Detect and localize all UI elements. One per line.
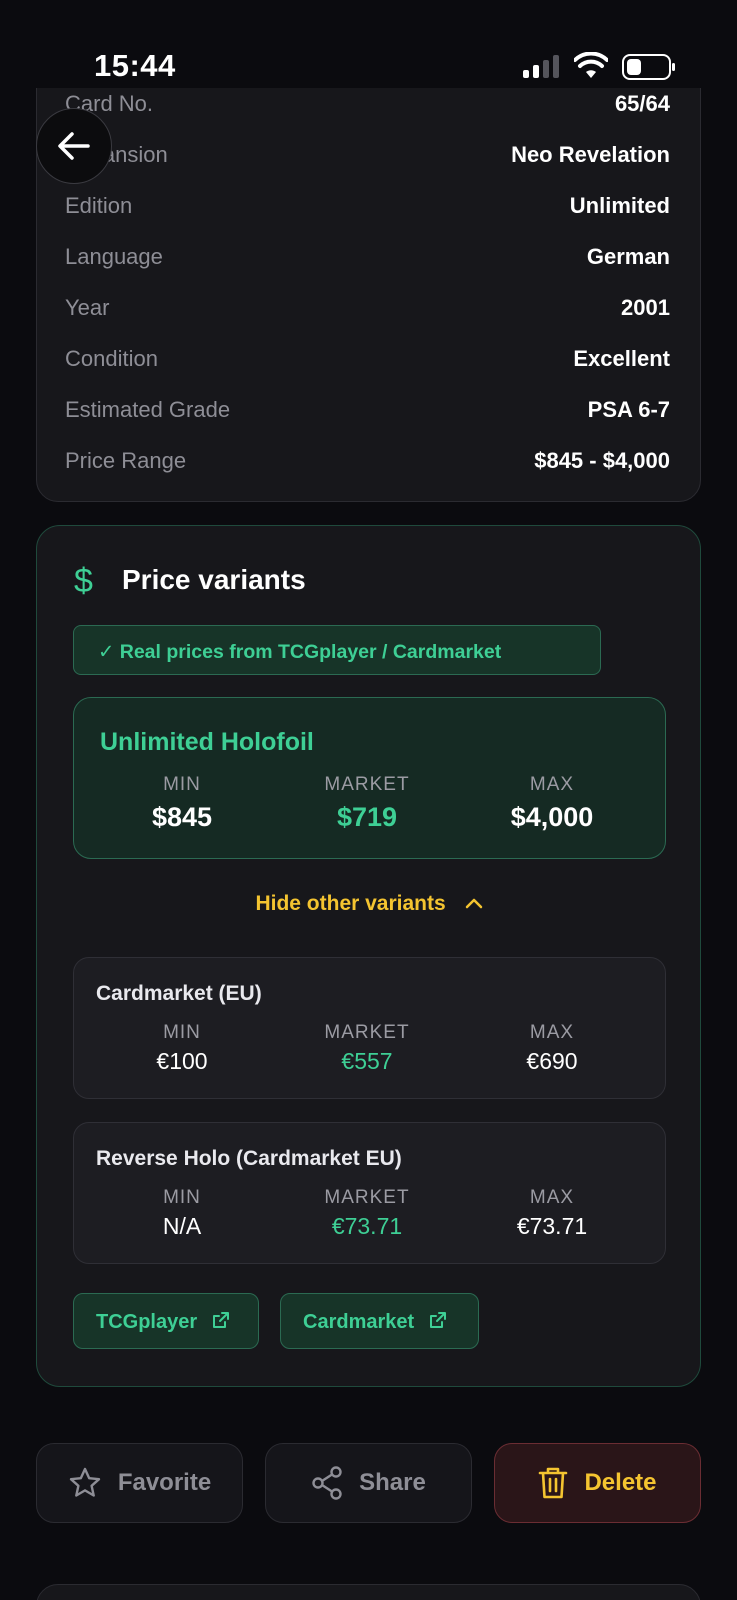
market-price: €557 bbox=[341, 1048, 393, 1074]
section-title: Price variants bbox=[122, 564, 306, 595]
back-button[interactable] bbox=[36, 108, 112, 184]
detail-row-language: Language German bbox=[65, 244, 670, 278]
detail-row-condition: Condition Excellent bbox=[65, 346, 670, 380]
min-price: $845 bbox=[151, 802, 213, 832]
tcgplayer-link-button[interactable]: TCGplayer bbox=[73, 1293, 259, 1349]
detail-value: Excellent bbox=[573, 346, 670, 371]
next-section-card bbox=[36, 1584, 701, 1600]
detail-label: Edition bbox=[65, 193, 133, 218]
detail-value: 2001 bbox=[621, 295, 670, 320]
chevron-up-icon bbox=[465, 898, 482, 909]
max-column: MAX $4,000 bbox=[457, 774, 647, 833]
variant-card-reverse-holo[interactable]: Reverse Holo (Cardmarket EU) MIN N/A MAR… bbox=[73, 1122, 666, 1264]
min-label: MIN bbox=[163, 1187, 201, 1208]
favorite-button[interactable]: Favorite bbox=[36, 1443, 243, 1523]
min-price: €100 bbox=[156, 1048, 208, 1074]
trash-icon bbox=[539, 1467, 568, 1499]
max-column: MAX €73.71 bbox=[457, 1187, 647, 1240]
real-prices-badge: ✓ Real prices from TCGplayer / Cardmarke… bbox=[73, 625, 601, 675]
max-column: MAX €690 bbox=[457, 1022, 647, 1075]
max-label: MAX bbox=[529, 1022, 575, 1043]
share-icon bbox=[312, 1466, 342, 1500]
detail-label: Estimated Grade bbox=[65, 397, 231, 422]
detail-value: $845 - $4,000 bbox=[534, 448, 670, 473]
delete-button[interactable]: Delete bbox=[494, 1443, 701, 1523]
arrow-left-icon bbox=[58, 132, 90, 160]
price-variants-card: $ Price variants ✓ Real prices from TCGp… bbox=[36, 525, 701, 1387]
market-price: $719 bbox=[336, 802, 398, 832]
detail-label: Price Range bbox=[65, 448, 187, 473]
detail-value: Unlimited bbox=[569, 193, 670, 218]
market-column: MARKET €73.71 bbox=[272, 1187, 462, 1240]
variant-name: Unlimited Holofoil bbox=[100, 728, 314, 756]
market-price: €73.71 bbox=[331, 1213, 403, 1239]
wifi-icon bbox=[574, 52, 608, 78]
share-label: Share bbox=[359, 1469, 426, 1496]
cardmarket-link-button[interactable]: Cardmarket bbox=[280, 1293, 479, 1349]
cellular-signal-icon bbox=[523, 55, 559, 78]
status-bar: 15:44 bbox=[0, 0, 737, 88]
min-label: MIN bbox=[163, 774, 201, 795]
detail-value: 65/64 bbox=[614, 91, 670, 116]
main-variant-card[interactable]: Unlimited Holofoil MIN $845 MARKET $719 … bbox=[73, 697, 666, 859]
detail-value: Neo Revelation bbox=[511, 142, 670, 167]
detail-value: German bbox=[586, 244, 670, 269]
favorite-label: Favorite bbox=[117, 1469, 212, 1496]
battery-icon bbox=[622, 54, 675, 80]
status-time: 15:44 bbox=[94, 48, 176, 83]
detail-label: Condition bbox=[65, 346, 158, 371]
link-label: TCGplayer bbox=[96, 1311, 198, 1333]
detail-row-edition: Edition Unlimited bbox=[65, 193, 670, 227]
detail-row-expansion: Expansion Neo Revelation bbox=[65, 142, 670, 176]
market-column: MARKET €557 bbox=[272, 1022, 462, 1075]
min-column: MIN €100 bbox=[87, 1022, 277, 1075]
detail-value: PSA 6-7 bbox=[587, 397, 670, 422]
min-column: MIN $845 bbox=[87, 774, 277, 833]
market-label: MARKET bbox=[324, 1022, 410, 1043]
detail-row-price-range: Price Range $845 - $4,000 bbox=[65, 448, 670, 482]
external-link-icon bbox=[429, 1312, 446, 1328]
detail-row-estimated-grade: Estimated Grade PSA 6-7 bbox=[65, 397, 670, 431]
star-icon bbox=[69, 1467, 101, 1497]
min-label: MIN bbox=[163, 1022, 201, 1043]
max-price: $4,000 bbox=[510, 802, 594, 832]
market-column: MARKET $719 bbox=[272, 774, 462, 833]
variant-card-cardmarket-eu[interactable]: Cardmarket (EU) MIN €100 MARKET €557 MAX… bbox=[73, 957, 666, 1099]
variant-name: Cardmarket (EU) bbox=[96, 982, 262, 1005]
detail-label: Year bbox=[65, 295, 110, 320]
delete-label: Delete bbox=[584, 1469, 657, 1496]
market-label: MARKET bbox=[324, 774, 410, 795]
max-label: MAX bbox=[529, 774, 575, 795]
dollar-icon: $ bbox=[74, 562, 93, 600]
hide-variants-toggle[interactable]: Hide other variants bbox=[37, 892, 702, 916]
detail-label: Language bbox=[65, 244, 163, 269]
variant-name: Reverse Holo (Cardmarket EU) bbox=[96, 1147, 402, 1170]
max-price: €73.71 bbox=[516, 1213, 588, 1239]
toggle-label: Hide other variants bbox=[255, 892, 446, 915]
share-button[interactable]: Share bbox=[265, 1443, 472, 1523]
max-price: €690 bbox=[526, 1048, 578, 1074]
max-label: MAX bbox=[529, 1187, 575, 1208]
min-column: MIN N/A bbox=[87, 1187, 277, 1240]
detail-row-year: Year 2001 bbox=[65, 295, 670, 329]
external-link-icon bbox=[212, 1312, 229, 1328]
market-label: MARKET bbox=[324, 1187, 410, 1208]
link-label: Cardmarket bbox=[303, 1311, 415, 1333]
detail-row-card-no: Card No. 65/64 bbox=[65, 91, 670, 125]
min-price: N/A bbox=[162, 1213, 202, 1239]
card-details: Card No. 65/64 Expansion Neo Revelation … bbox=[36, 40, 701, 502]
